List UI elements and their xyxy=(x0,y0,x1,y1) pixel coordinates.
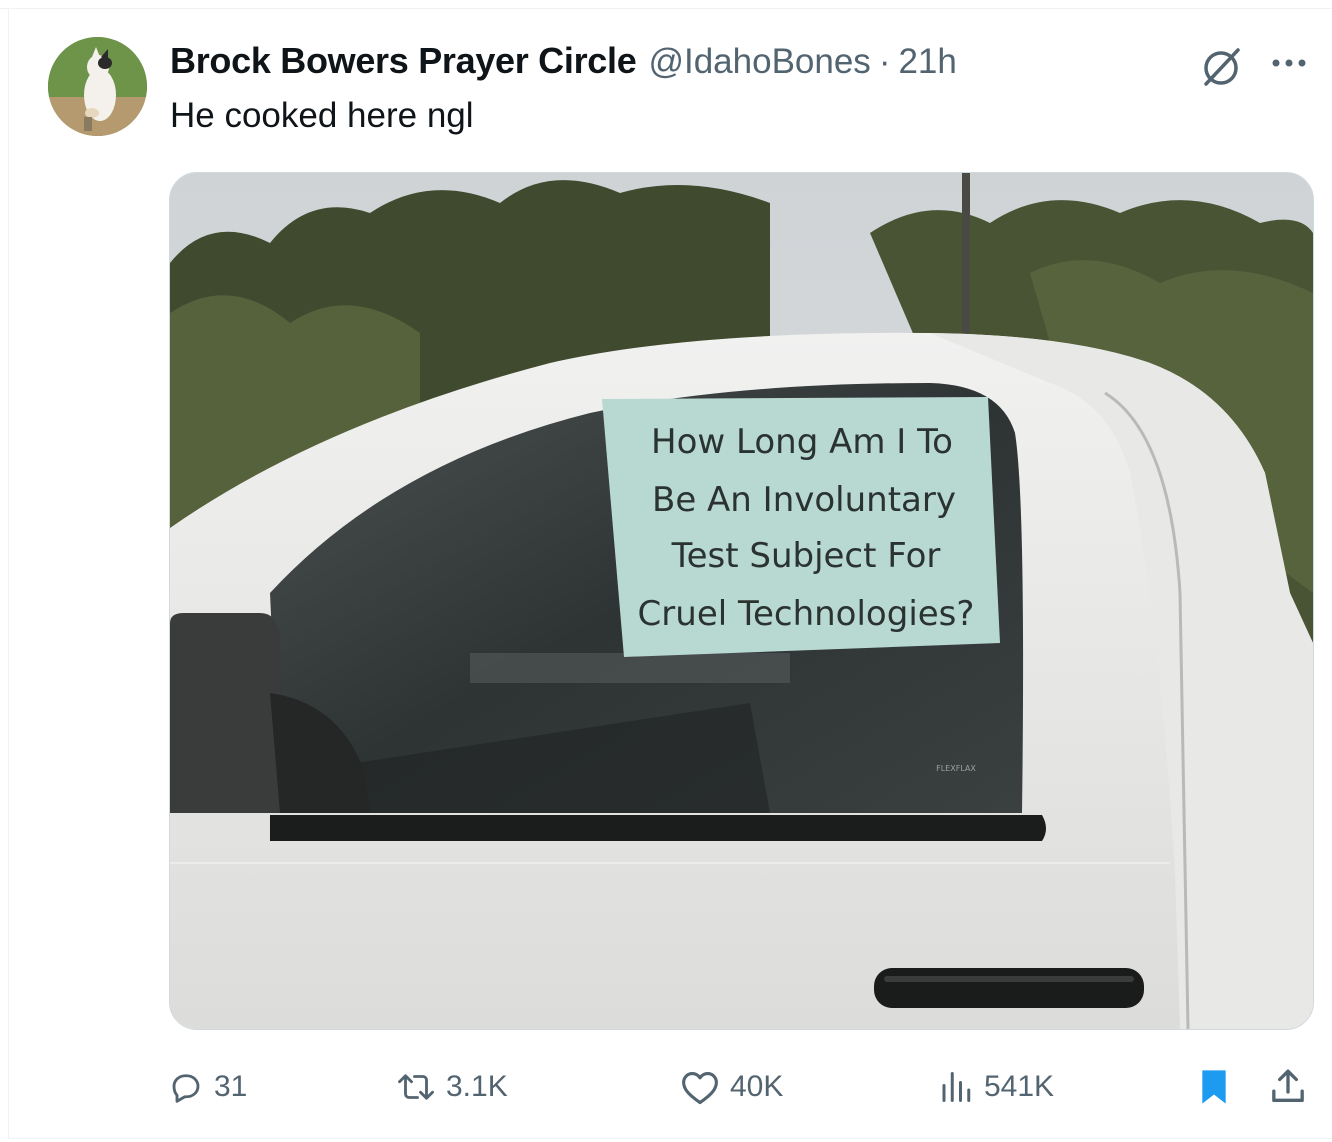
sign-line-3: Test Subject For xyxy=(671,536,941,576)
share-button[interactable] xyxy=(1268,1062,1308,1112)
timestamp[interactable]: 21h xyxy=(898,42,956,82)
bookmark-button[interactable] xyxy=(1196,1062,1232,1112)
sign-line-4: Cruel Technologies? xyxy=(638,594,975,634)
user-handle[interactable]: @IdahoBones xyxy=(648,42,870,82)
frame-top-border xyxy=(0,8,1332,9)
frame-bottom-border xyxy=(8,1138,1332,1139)
like-count: 40K xyxy=(730,1070,784,1103)
share-upload-icon xyxy=(1272,1069,1304,1102)
speech-bubble-icon xyxy=(172,1074,200,1103)
more-dots-icon[interactable] xyxy=(1268,50,1312,76)
views-count: 541K xyxy=(984,1070,1055,1103)
reply-button[interactable]: 31 xyxy=(168,1062,247,1112)
tweet-media-photo[interactable]: How Long Am I To Be An Involuntary Test … xyxy=(169,172,1314,1030)
tweet-text: He cooked here ngl xyxy=(170,96,474,135)
grok-slash-circle-icon[interactable] xyxy=(1198,44,1244,90)
display-name[interactable]: Brock Bowers Prayer Circle xyxy=(170,40,637,82)
like-button[interactable]: 40K xyxy=(680,1062,783,1112)
window-sticker: FLEXFLAX xyxy=(936,764,976,773)
repost-arrows-icon xyxy=(398,1074,434,1100)
bar-chart-icon xyxy=(942,1072,971,1102)
reply-count: 31 xyxy=(214,1070,248,1103)
sign-line-1: How Long Am I To xyxy=(651,422,953,462)
heart-icon xyxy=(682,1072,718,1105)
frame-left-border xyxy=(8,8,9,1138)
views-button[interactable]: 541K xyxy=(938,1062,1054,1112)
sign-line-2: Be An Involuntary xyxy=(652,480,956,520)
header-separator: · xyxy=(878,42,891,81)
tweet-header: Brock Bowers Prayer Circle @IdahoBones ·… xyxy=(170,40,957,84)
repost-count: 3.1K xyxy=(446,1070,508,1103)
bookmark-icon xyxy=(1202,1070,1226,1104)
avatar[interactable] xyxy=(48,37,147,136)
repost-button[interactable]: 3.1K xyxy=(396,1062,508,1112)
